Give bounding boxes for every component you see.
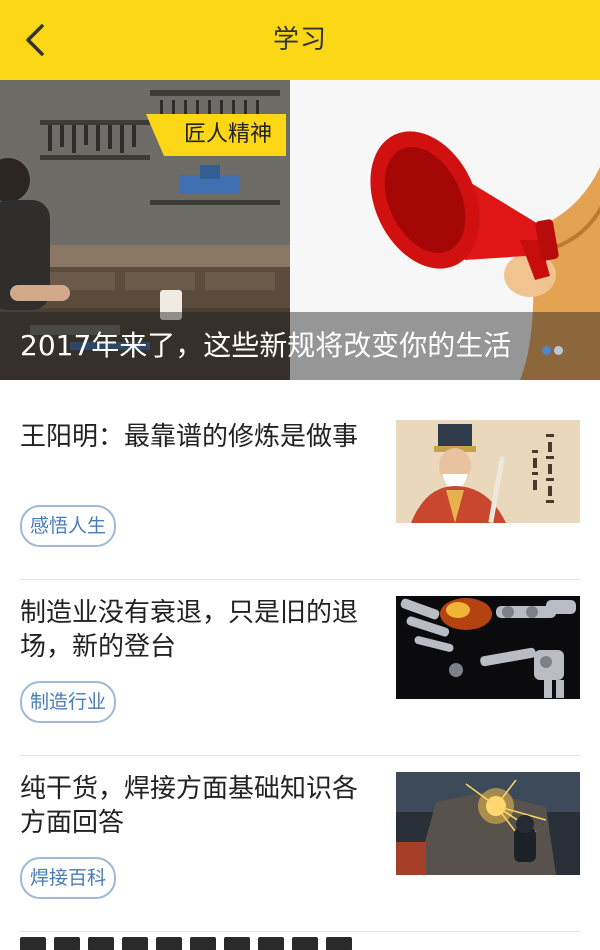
article-thumbnail[interactable] xyxy=(396,772,580,875)
banner-caption: 2017年来了，这些新规将改变你的生活 xyxy=(20,329,512,362)
carousel-dot-1[interactable] xyxy=(542,346,551,355)
article-thumbnail[interactable] xyxy=(396,596,580,699)
article-title[interactable]: 王阳明：最靠谱的修炼是做事 xyxy=(20,420,370,454)
article-list-item[interactable]: 王阳明：最靠谱的修炼是做事 感悟人生 xyxy=(20,404,580,580)
article-list-item-partial[interactable] xyxy=(20,936,380,950)
article-thumbnail[interactable] xyxy=(396,420,580,523)
article-list-item[interactable]: 制造业没有衰退，只是旧的退场，新的登台 制造行业 xyxy=(20,580,580,756)
article-title[interactable]: 制造业没有衰退，只是旧的退场，新的登台 xyxy=(20,596,370,664)
robotic-hands-image xyxy=(396,596,580,699)
carousel-indicator xyxy=(542,340,566,355)
carousel-dot-2[interactable] xyxy=(554,346,563,355)
banner-category-tag: 匠人精神 xyxy=(145,114,287,156)
page-title: 学习 xyxy=(272,25,327,55)
top-app-bar: 学习 xyxy=(0,0,600,80)
wang-yangming-painting-image xyxy=(396,420,580,523)
welding-sparks-image xyxy=(396,772,580,875)
article-category-tag[interactable]: 制造行业 xyxy=(20,681,117,723)
article-list-item[interactable]: 纯干货，焊接方面基础知识各方面回答 焊接百科 xyxy=(20,756,580,932)
article-category-tag[interactable]: 焊接百科 xyxy=(20,857,117,899)
article-title[interactable]: 纯干货，焊接方面基础知识各方面回答 xyxy=(20,772,370,840)
article-category-tag[interactable]: 感悟人生 xyxy=(20,505,117,547)
banner-carousel[interactable]: 匠人精神 2017年来了，这些新规将改变你的生活 xyxy=(0,80,600,380)
